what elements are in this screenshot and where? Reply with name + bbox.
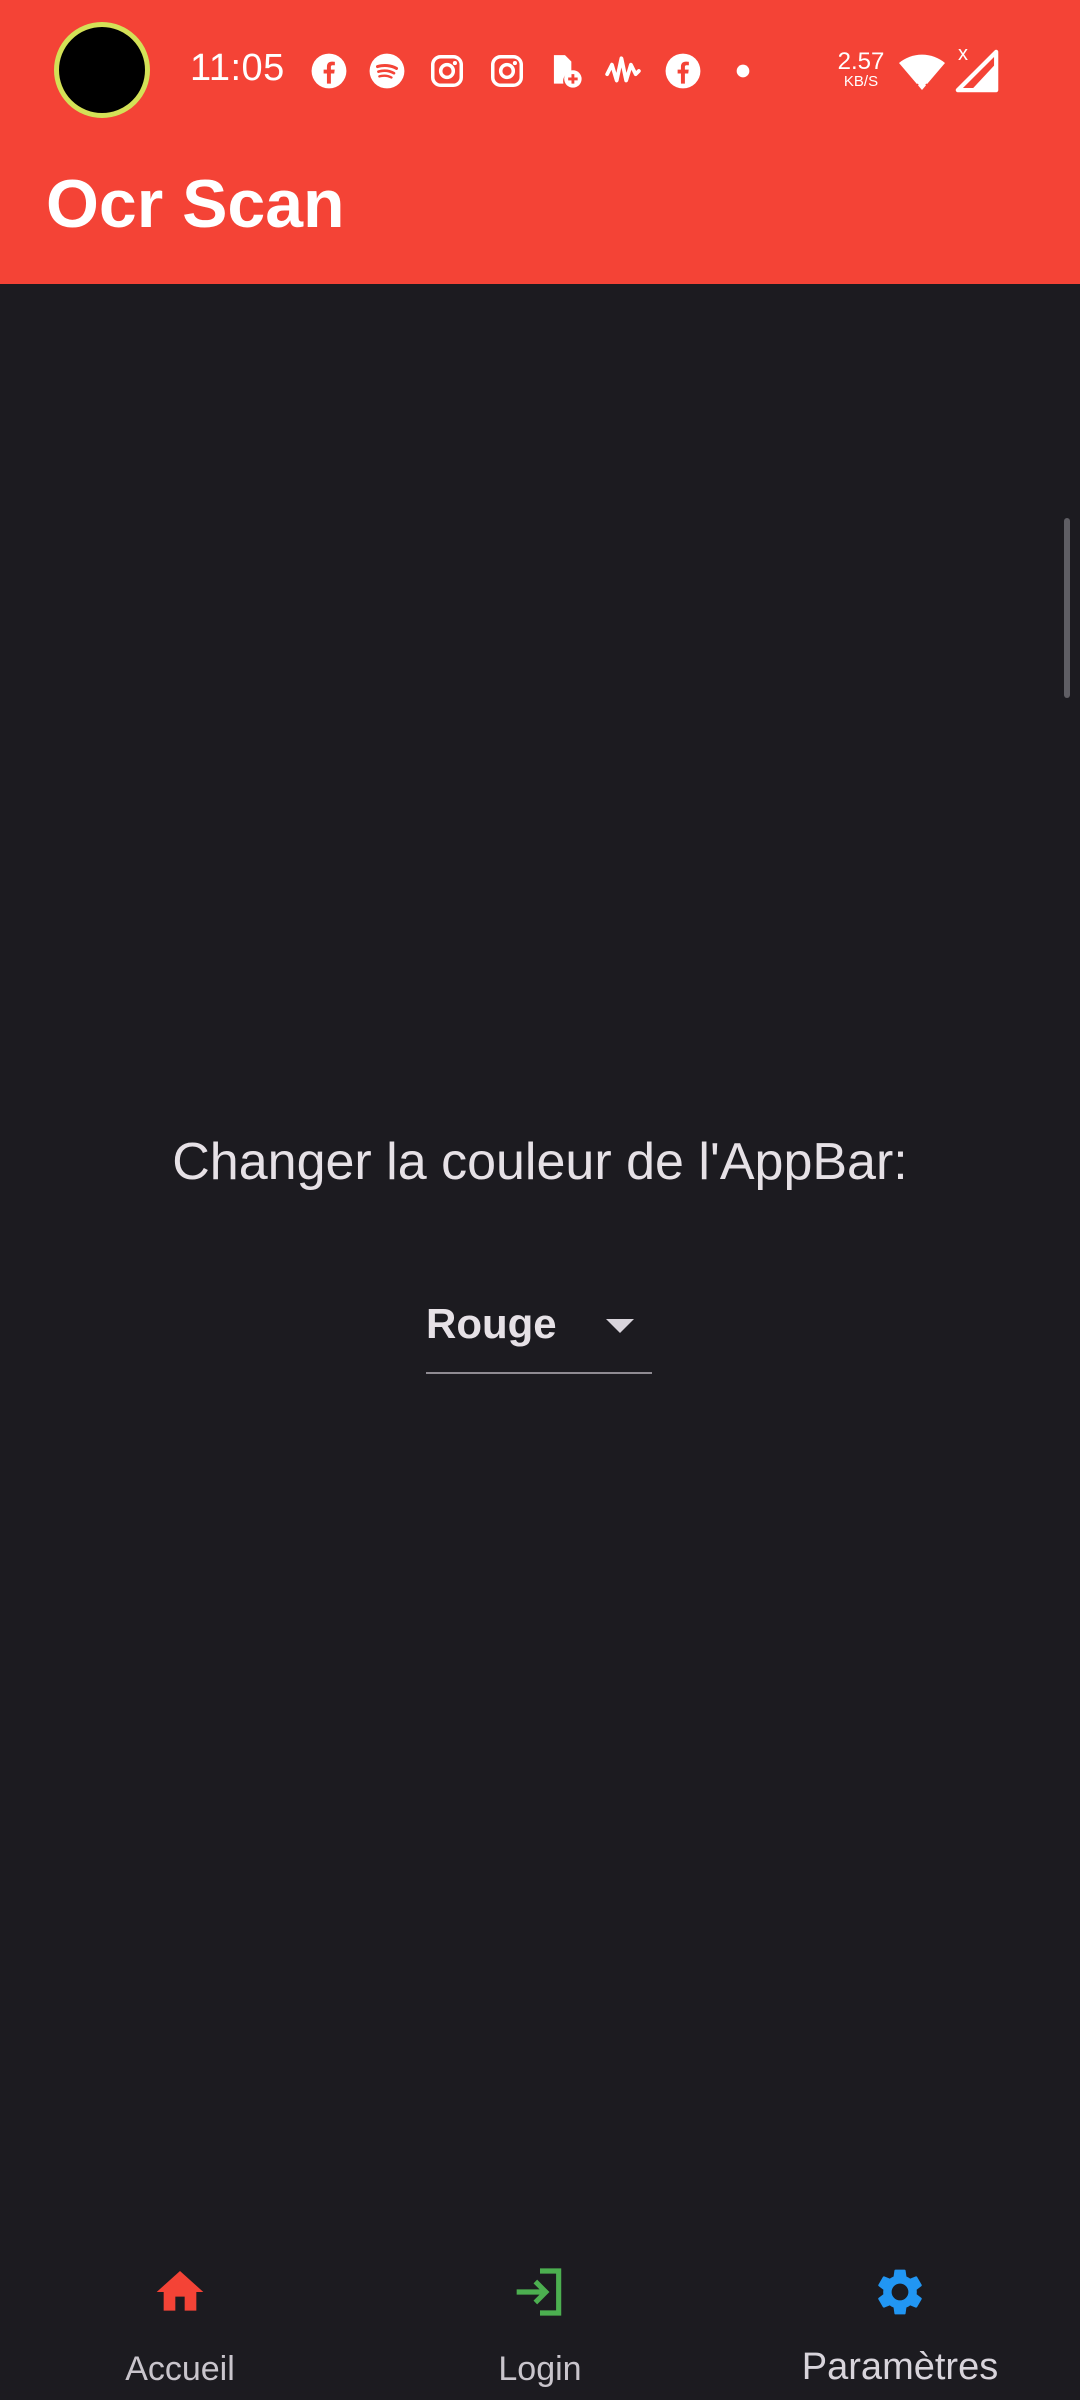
dropdown-arrow-icon [606, 1319, 634, 1333]
signal-icon [955, 49, 999, 93]
app-title: Ocr Scan [46, 166, 345, 242]
appbar-color-label: Changer la couleur de l'AppBar: [172, 1133, 908, 1191]
network-speed-value: 2.57 [837, 48, 885, 75]
instagram-icon [491, 55, 523, 87]
sim-add-icon [553, 55, 582, 88]
facebook-icon [665, 53, 701, 89]
facebook-icon [311, 53, 347, 89]
nav-label-parametres: Paramètres [801, 2346, 999, 2388]
dot-icon [736, 64, 750, 78]
bottom-navigation: Accueil Login Paramètres [0, 2240, 1080, 2400]
instagram-icon [431, 55, 463, 87]
nav-label-login: Login [498, 2350, 582, 2388]
gear-icon [878, 2269, 922, 2315]
appbar-color-dropdown[interactable]: Rouge [426, 1294, 652, 1374]
waveform-icon [605, 56, 641, 83]
network-speed-unit: KB/S [843, 73, 879, 90]
nav-item-parametres[interactable]: Paramètres [720, 2240, 1080, 2400]
wifi-icon [899, 54, 945, 91]
status-time: 11:05 [190, 47, 285, 89]
login-icon [516, 2268, 562, 2316]
spotify-icon [369, 53, 405, 89]
network-speed: 2.57 KB/S [836, 50, 886, 90]
scrollbar[interactable] [1064, 518, 1070, 698]
nav-item-login[interactable]: Login [360, 2240, 720, 2400]
status-bar: 11:05 2.57 KB/S x [0, 0, 1080, 140]
avatar [54, 22, 150, 118]
app-bar: 11:05 2.57 KB/S x Ocr Scan [0, 0, 1080, 284]
nav-label-accueil: Accueil [125, 2350, 235, 2388]
dropdown-selected-value: Rouge [426, 1300, 557, 1347]
nav-item-accueil[interactable]: Accueil [0, 2240, 360, 2400]
home-icon [156, 2271, 204, 2311]
